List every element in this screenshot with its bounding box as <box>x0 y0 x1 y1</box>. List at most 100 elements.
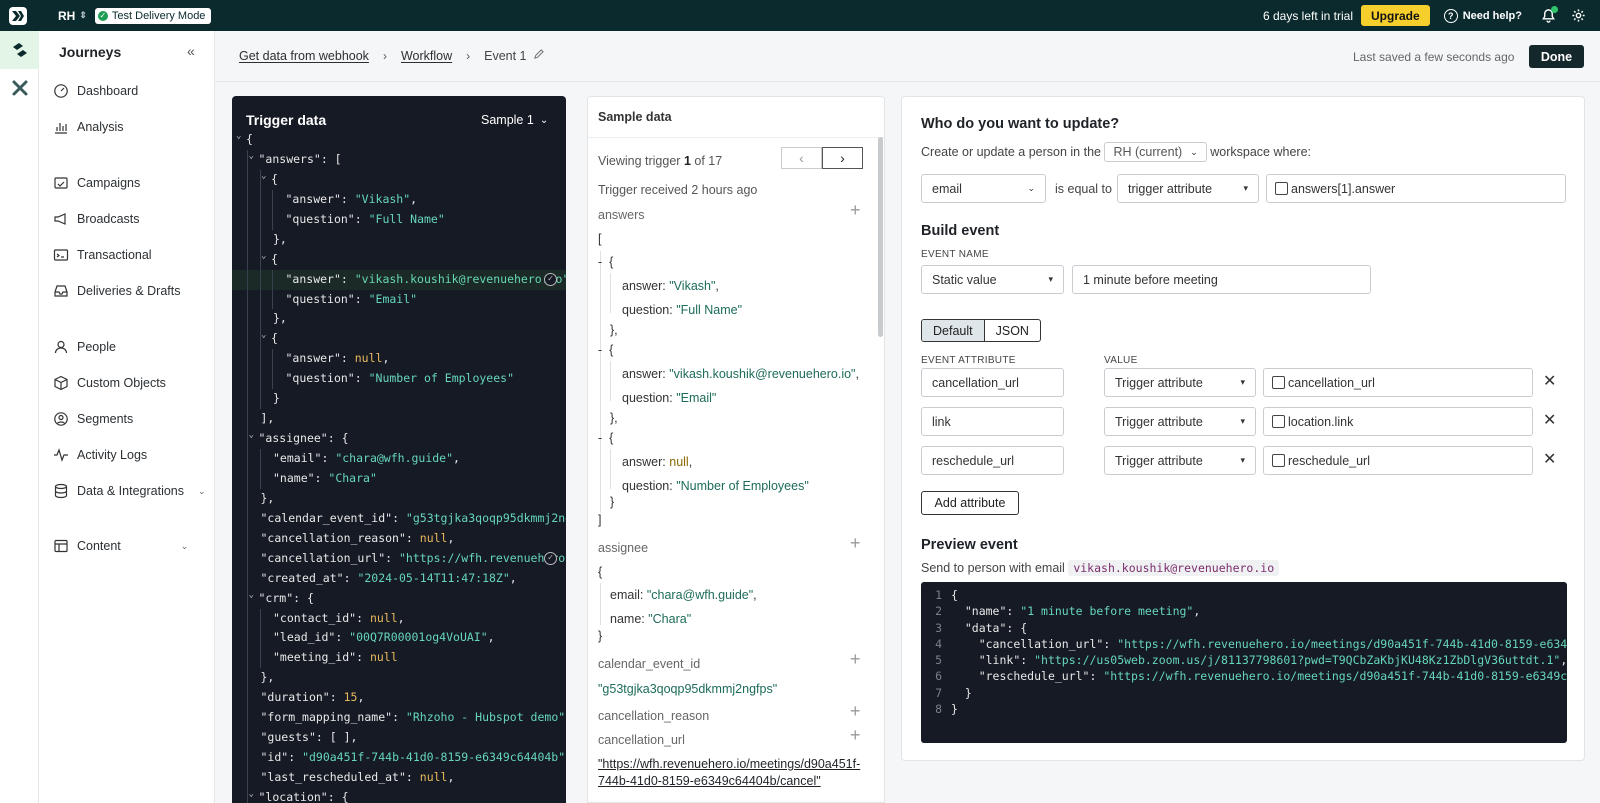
workspace-switcher[interactable]: RH ⇕ <box>58 9 87 23</box>
next-trigger-button[interactable]: › <box>822 147 863 169</box>
chevron-down-icon: ⌄ <box>198 485 206 496</box>
sidebar-item-custom-objects[interactable]: Custom Objects <box>53 373 166 393</box>
sidebar-item-dashboard[interactable]: Dashboard <box>53 81 138 101</box>
collapse-toggle-icon[interactable]: ⌄ <box>249 147 254 167</box>
json-token: "question" <box>285 291 355 306</box>
toggle-item[interactable]: - { <box>598 343 613 357</box>
remove-attribute-icon[interactable]: ✕ <box>1543 410 1556 430</box>
json-token: { <box>271 251 278 266</box>
collapse-toggle-icon[interactable]: ⌄ <box>236 127 241 147</box>
json-token: "Full Name" <box>368 211 445 226</box>
json-token: "location" <box>258 789 328 803</box>
add-attribute-button[interactable]: Add attribute <box>921 491 1019 515</box>
help-label: Need help? <box>1462 9 1522 22</box>
indent-guide <box>247 309 248 330</box>
sidebar-item-analysis[interactable]: Analysis <box>53 117 124 137</box>
sidebar-item-segments[interactable]: Segments <box>53 409 133 429</box>
json-line-text: "question": "Number of Employees" <box>286 369 515 389</box>
indent-guide <box>259 369 261 390</box>
collapse-sidebar-icon[interactable]: « <box>187 43 195 59</box>
create-text-1: Create or update a person in the <box>921 145 1101 159</box>
brace-close: }, <box>610 323 618 337</box>
remove-attribute-icon[interactable]: ✕ <box>1543 371 1556 391</box>
attribute-type-select[interactable]: Trigger attribute ▾ <box>1104 407 1256 436</box>
pencil-icon[interactable] <box>533 49 544 63</box>
event-name-input[interactable]: 1 minute before meeting <box>1072 265 1371 294</box>
upgrade-button[interactable]: Upgrade <box>1361 5 1430 26</box>
gear-icon[interactable] <box>1570 8 1586 24</box>
cancellation-url-value[interactable]: "https://wfh.revenuehero.io/meetings/d90… <box>598 756 868 790</box>
trigger-pager: ‹ › <box>781 147 863 169</box>
attribute-type-value: Trigger attribute <box>1115 375 1203 390</box>
collapse-toggle-icon[interactable]: ⌄ <box>261 326 266 346</box>
tab-json[interactable]: JSON <box>985 320 1040 341</box>
breadcrumb-workflow[interactable]: Workflow <box>401 49 452 63</box>
done-button[interactable]: Done <box>1529 45 1584 68</box>
help-button[interactable]: ? Need help? <box>1443 8 1522 23</box>
remove-attribute-icon[interactable]: ✕ <box>1543 449 1556 469</box>
json-line: "form_mapping_name": "Rhzoho - Hubspot d… <box>232 708 567 729</box>
sidebar-item-transactional[interactable]: Transactional <box>53 245 152 265</box>
sidebar-item-content[interactable]: Content ⌄ <box>53 536 188 556</box>
tab-default[interactable]: Default <box>922 320 985 341</box>
attribute-type-select[interactable]: Trigger attribute ▾ <box>1104 368 1256 397</box>
collapse-toggle-icon[interactable]: ⌄ <box>261 247 266 267</box>
code-text: "name": "1 minute before meeting", <box>951 603 1200 619</box>
trigger-json-viewer[interactable]: ⌄{⌄ "answers": [⌄{"answer": "Vikash", "que… <box>232 130 566 803</box>
source-select[interactable]: trigger attribute ▾ <box>1117 174 1259 203</box>
answer-value: null <box>669 455 689 469</box>
attribute-type-select[interactable]: Trigger attribute ▾ <box>1104 446 1256 475</box>
json-token: "vikash.koushik@revenuehero.io" <box>354 271 566 286</box>
identifier-select[interactable]: email ⌄ <box>921 174 1046 203</box>
add-calendar-icon[interactable]: + <box>850 649 861 670</box>
collapse-toggle-icon[interactable]: ⌄ <box>249 426 254 446</box>
selected-check-icon[interactable]: ✓ <box>544 551 557 565</box>
indent-guide <box>247 488 248 509</box>
rail-journeys[interactable] <box>0 31 39 69</box>
sidebar-item-deliveries[interactable]: Deliveries & Drafts <box>53 281 181 301</box>
code-token: "https://wfh.revenuehero.io/meetings/d90… <box>1103 669 1567 684</box>
attribute-value-text: reschedule_url <box>1288 453 1370 468</box>
indent-guide <box>247 468 248 489</box>
collapse-toggle-icon[interactable]: ⌄ <box>249 586 254 606</box>
scrollbar[interactable] <box>878 137 883 337</box>
sample-select[interactable]: Sample 1 ⌄ <box>481 113 548 127</box>
add-assignee-icon[interactable]: + <box>850 533 861 554</box>
add-cancellation-reason-icon[interactable]: + <box>850 701 861 722</box>
json-token: null <box>419 770 448 784</box>
attribute-name-input[interactable]: reschedule_url <box>921 446 1064 475</box>
indent-guide <box>272 269 273 290</box>
add-answers-icon[interactable]: + <box>850 200 861 221</box>
json-token: "2024-05-14T11:47:18Z" <box>357 570 510 585</box>
toggle-item[interactable]: - { <box>598 255 613 269</box>
add-cancellation-url-icon[interactable]: + <box>850 725 861 746</box>
collapse-toggle-icon[interactable]: ⌄ <box>249 785 254 803</box>
sidebar-item-people[interactable]: People <box>53 337 116 357</box>
rail-integrations[interactable] <box>0 69 39 107</box>
test-delivery-mode-badge[interactable]: ✓ Test Delivery Mode <box>94 7 212 24</box>
sidebar-item-broadcasts[interactable]: Broadcasts <box>53 209 140 229</box>
event-name-type-select[interactable]: Static value ▾ <box>921 265 1064 294</box>
prev-trigger-button[interactable]: ‹ <box>781 147 822 169</box>
attribute-value-input[interactable]: reschedule_url <box>1263 446 1533 475</box>
indent-guide <box>247 548 248 569</box>
json-line-text: "answer": "Vikash", <box>286 190 418 210</box>
source-value-input[interactable]: answers[1].answer <box>1266 174 1566 203</box>
sidebar-item-data-integrations[interactable]: Data & Integrations ⌄ <box>53 481 206 501</box>
bell-icon[interactable] <box>1540 5 1558 24</box>
sidebar-item-campaigns[interactable]: Campaigns <box>53 173 140 193</box>
attribute-value-input[interactable]: cancellation_url <box>1263 368 1533 397</box>
collapse-toggle-icon[interactable]: ⌄ <box>261 167 266 187</box>
workspace-select[interactable]: RH (current) ⌄ <box>1104 142 1207 162</box>
indent-guide <box>272 369 273 390</box>
attribute-name-input[interactable]: cancellation_url <box>921 368 1064 397</box>
attribute-value-input[interactable]: location.link <box>1263 407 1533 436</box>
guide-line <box>600 251 601 513</box>
json-line-text: "form_mapping_name": "Rhzoho - Hubspot d… <box>261 708 567 728</box>
breadcrumb-get-data[interactable]: Get data from webhook <box>239 49 369 63</box>
app-logo[interactable] <box>9 6 27 25</box>
toggle-item[interactable]: - { <box>598 431 613 445</box>
sidebar-item-activity-logs[interactable]: Activity Logs <box>53 445 147 465</box>
attribute-name-input[interactable]: link <box>921 407 1064 436</box>
selected-check-icon[interactable]: ✓ <box>544 272 557 286</box>
